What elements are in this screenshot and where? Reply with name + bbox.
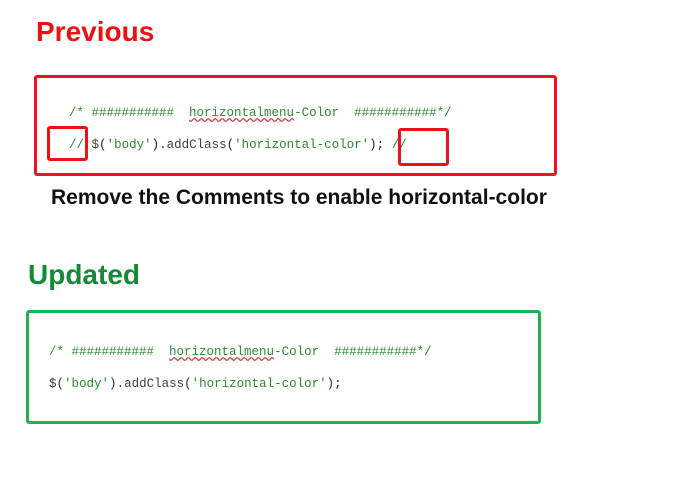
class-string: 'horizontal-color' (234, 138, 370, 152)
instruction-text: Remove the Comments to enable horizontal… (51, 186, 547, 209)
arg-close-paren: ) (326, 377, 335, 391)
addclass-method: .addClass (159, 138, 227, 152)
comment-prefix: /* ########### (49, 345, 170, 359)
semicolon: ; (334, 377, 342, 391)
close-paren: ) (151, 138, 160, 152)
close-paren: ) (109, 377, 117, 391)
comment-prefix: /* ########### (69, 106, 190, 120)
updated-heading: Updated (28, 259, 140, 290)
trailing-comment-highlight (398, 128, 449, 166)
class-string: 'horizontal-color' (191, 377, 327, 391)
comment-word-horizontalmenu: horizontalmenu (169, 345, 275, 359)
arg-close-paren: ) (369, 138, 377, 152)
previous-code-line: // $('body').addClass('horizontal-color'… (69, 137, 407, 153)
updated-code-line: $('body').addClass('horizontal-color'); (49, 376, 342, 392)
open-paren: ( (99, 138, 107, 152)
jquery-dollar: $ (91, 138, 100, 152)
previous-comment-line: /* ########### horizontalmenu-Color ####… (69, 105, 452, 121)
updated-comment-line: /* ########### horizontalmenu-Color ####… (49, 344, 432, 360)
addclass-method: .addClass (116, 377, 185, 391)
jquery-dollar: $ (49, 377, 57, 391)
updated-code-block: /* ########### horizontalmenu-Color ####… (26, 310, 541, 424)
previous-heading: Previous (36, 16, 155, 47)
selector-string: 'body' (64, 377, 110, 391)
open-paren: ( (56, 377, 65, 391)
arg-open-paren: ( (226, 138, 235, 152)
arg-open-paren: ( (184, 377, 192, 391)
leading-comment-highlight (47, 126, 88, 161)
comment-suffix: -Color ###########*/ (294, 106, 452, 120)
comment-suffix: -Color ###########*/ (274, 345, 432, 359)
selector-string: 'body' (106, 138, 152, 152)
comment-word-horizontalmenu: horizontalmenu (189, 106, 295, 120)
previous-code-block: /* ########### horizontalmenu-Color ####… (34, 75, 557, 176)
